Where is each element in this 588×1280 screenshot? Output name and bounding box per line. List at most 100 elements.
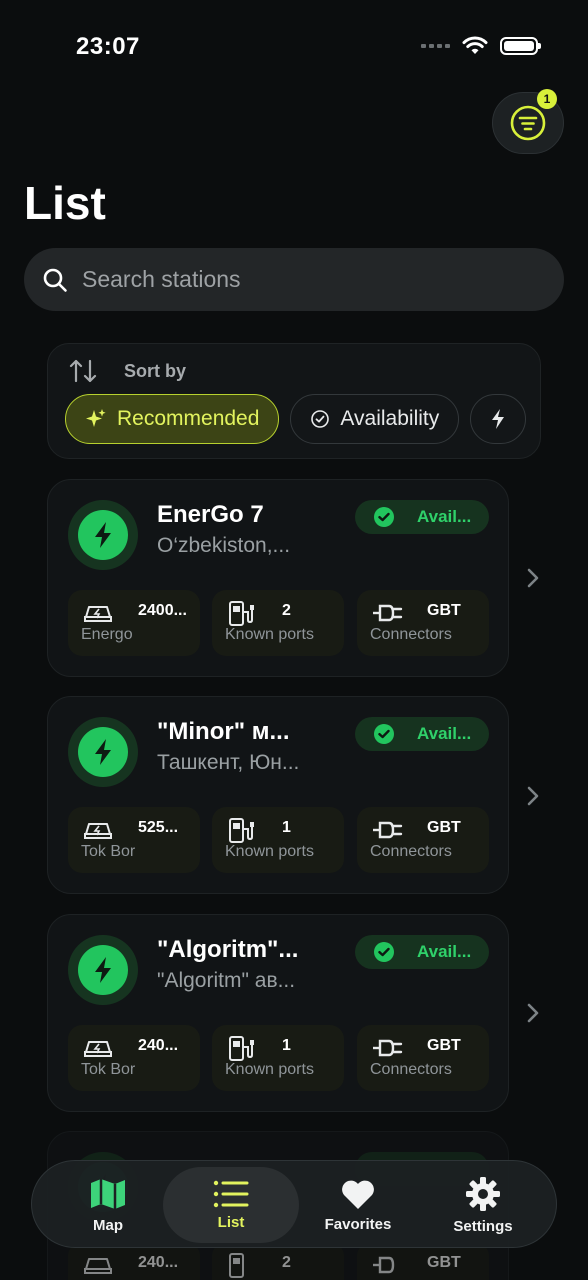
sort-chip-availability[interactable]: Availability (290, 394, 460, 444)
provider-name: Tok Bor (81, 1061, 136, 1078)
status-badge: Avail... (355, 500, 489, 534)
check-circle-icon (374, 942, 394, 962)
nav-label: Favorites (324, 1215, 392, 1233)
car-icon (84, 606, 112, 622)
provider-value: 2400... (138, 602, 187, 619)
nav-item-favorites[interactable]: Favorites (290, 1167, 426, 1243)
connector-label: Connectors (370, 843, 452, 860)
ports-label: Known ports (225, 1061, 314, 1078)
charger-icon (229, 601, 254, 626)
ports-stat: 2 Known ports (212, 590, 344, 656)
nav-label: Settings (453, 1217, 513, 1235)
chevron-right-icon[interactable] (525, 784, 541, 808)
sort-chip-power[interactable] (470, 394, 527, 444)
ports-value: 1 (282, 1037, 291, 1054)
connector-value: GBT (427, 1037, 461, 1054)
filter-icon (510, 105, 546, 141)
status-badge: Avail... (355, 717, 489, 751)
plug-icon (373, 821, 403, 839)
sparkle-icon (86, 409, 106, 427)
sort-arrows-icon (69, 359, 97, 383)
nav-item-list[interactable]: List (163, 1167, 299, 1243)
provider-value: 240... (138, 1037, 179, 1054)
station-name: "Algoritm"... (157, 936, 299, 963)
connector-stat: GBT Connectors (357, 590, 489, 656)
chevron-right-icon[interactable] (525, 566, 541, 590)
lightning-icon (95, 739, 111, 765)
connector-label: Connectors (370, 626, 452, 643)
ports-stat: 1 Known ports (212, 1025, 344, 1091)
map-icon (91, 1178, 125, 1209)
connector-stat: GBT Connectors (357, 807, 489, 873)
ports-stat: 1 Known ports (212, 807, 344, 873)
station-card[interactable]: "Algoritm"... "Algoritm" ав... Avail... … (47, 914, 509, 1112)
charger-icon (229, 818, 254, 843)
sort-chip-label: Recommended (117, 407, 260, 430)
plug-icon (373, 604, 403, 622)
station-icon (68, 717, 138, 787)
ports-value: 2 (282, 1254, 291, 1271)
search-bar[interactable] (24, 248, 564, 311)
provider-name: Tok Bor (81, 843, 136, 860)
station-address: "Algoritm" ав... (157, 969, 296, 992)
search-input[interactable] (82, 266, 502, 293)
charger-icon (229, 1253, 244, 1278)
filter-button[interactable]: 1 (492, 89, 564, 154)
wifi-icon (462, 36, 488, 54)
status-bar: 23:07 (0, 0, 588, 90)
list-icon (213, 1180, 249, 1207)
page-title: List (24, 177, 106, 229)
station-address: Ташкент, Юн... (157, 751, 300, 774)
nav-item-settings[interactable]: Settings (415, 1167, 551, 1243)
nav-label: List (217, 1213, 245, 1231)
battery-icon (500, 37, 541, 55)
chevron-right-icon[interactable] (525, 1001, 541, 1025)
gear-icon (466, 1176, 500, 1211)
sort-chip-label: Availability (340, 407, 440, 430)
ports-value: 1 (282, 819, 291, 836)
status-text: Avail... (417, 942, 472, 961)
ports-label: Known ports (225, 626, 314, 643)
connector-value: GBT (427, 602, 461, 619)
lightning-icon (492, 409, 505, 429)
check-circle-icon (374, 507, 394, 527)
station-card[interactable]: "Minor" м... Ташкент, Юн... Avail... 525… (47, 696, 509, 894)
check-circle-icon (311, 410, 330, 428)
status-time: 23:07 (76, 33, 140, 60)
sort-panel: Sort by Recommended Availability (47, 343, 541, 459)
provider-stat: 240... Tok Bor (68, 1025, 200, 1091)
station-icon (68, 500, 138, 570)
lightning-icon (95, 522, 111, 548)
station-name: "Minor" м... (157, 718, 290, 745)
station-card[interactable]: EnerGo 7 O‘zbekiston,... Avail... 2400..… (47, 479, 509, 677)
status-badge: Avail... (355, 935, 489, 969)
connector-label: Connectors (370, 1061, 452, 1078)
nav-label: Map (93, 1216, 123, 1234)
sort-header: Sort by (68, 358, 186, 384)
station-name: EnerGo 7 (157, 501, 264, 528)
plug-icon (373, 1256, 395, 1274)
plug-icon (373, 1039, 403, 1057)
connector-stat: GBT Connectors (357, 1025, 489, 1091)
bottom-nav: Map List Favorites Settings (31, 1160, 557, 1248)
nav-item-map[interactable]: Map (40, 1167, 176, 1243)
car-icon (84, 1258, 112, 1274)
connector-value: GBT (427, 1254, 461, 1271)
filter-count-badge: 1 (537, 89, 557, 109)
status-text: Avail... (417, 507, 472, 526)
check-circle-icon (374, 724, 394, 744)
car-icon (84, 823, 112, 839)
station-icon (68, 935, 138, 1005)
status-icons (421, 36, 541, 56)
search-icon (43, 268, 67, 292)
lightning-icon (95, 957, 111, 983)
provider-value: 240... (138, 1254, 179, 1271)
station-address: O‘zbekiston,... (157, 534, 291, 557)
sort-chip-recommended[interactable]: Recommended (65, 394, 280, 444)
provider-stat: 2400... Energo (68, 590, 200, 656)
sort-label: Sort by (124, 360, 187, 381)
sort-options: Recommended Availability (65, 394, 527, 444)
heart-icon (342, 1180, 374, 1209)
connector-value: GBT (427, 819, 461, 836)
provider-stat: 525... Tok Bor (68, 807, 200, 873)
